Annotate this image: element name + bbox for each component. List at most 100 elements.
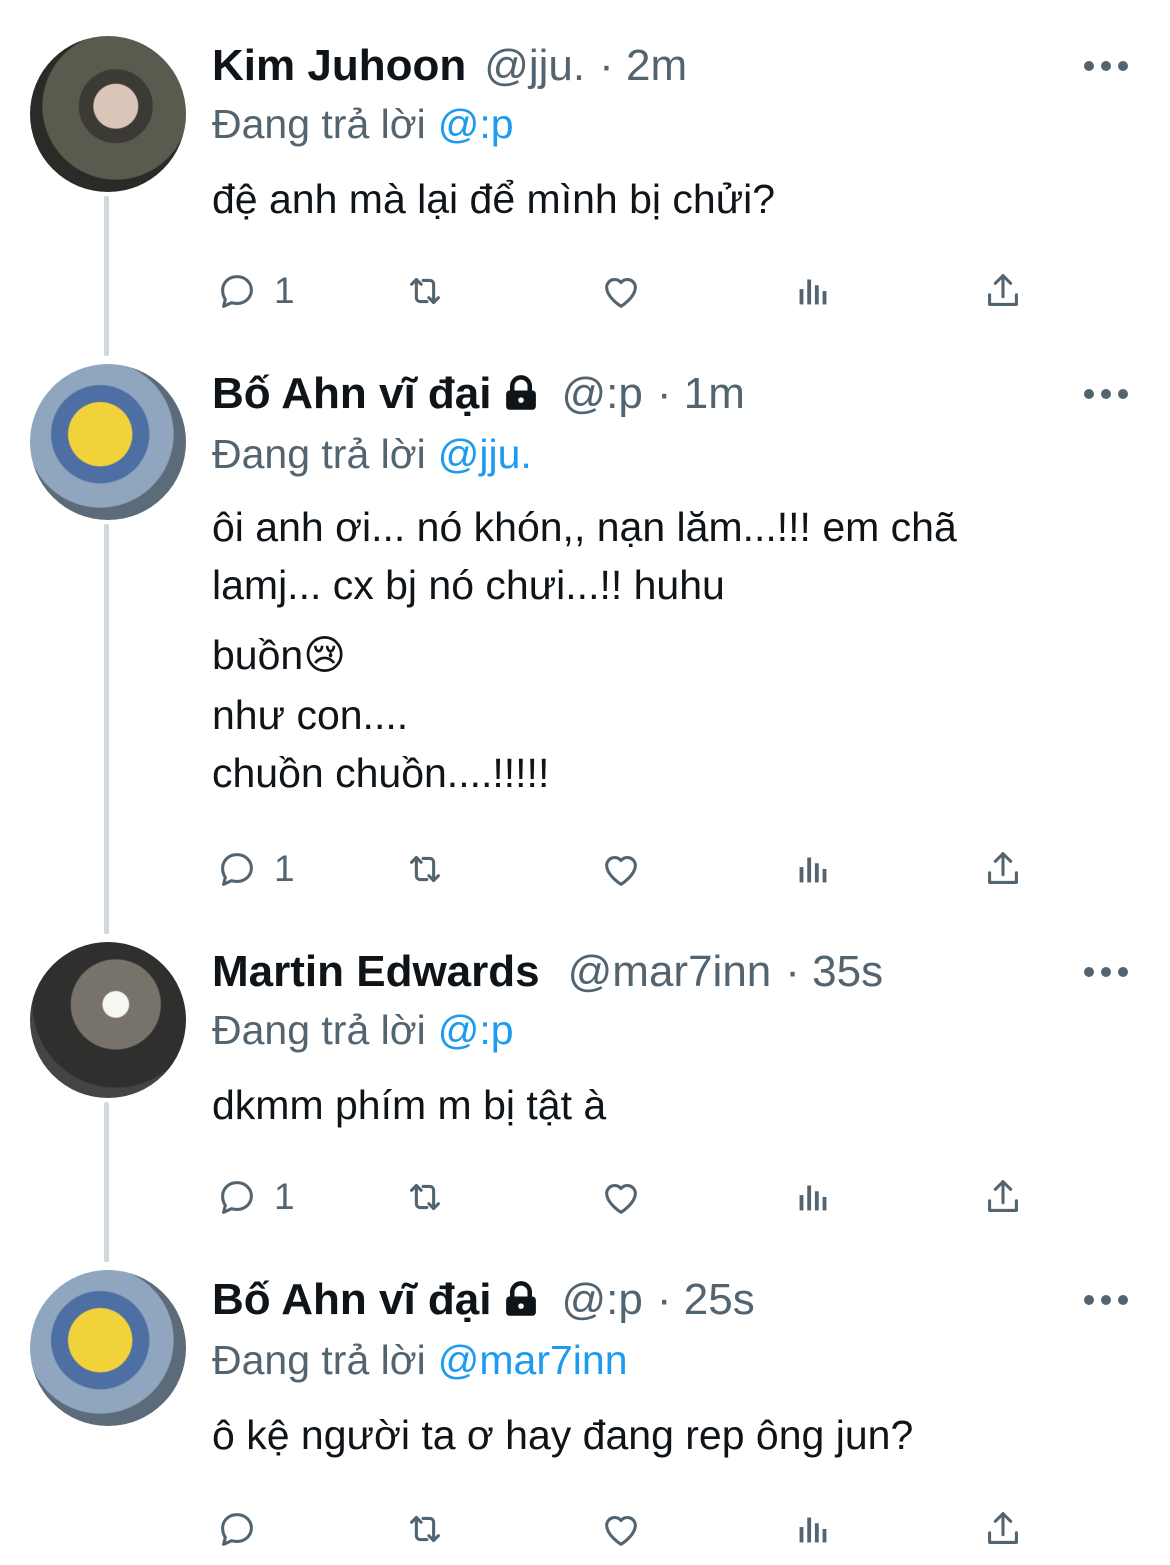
reply-button[interactable]: 1 xyxy=(214,266,295,316)
reply-mention[interactable]: @mar7inn xyxy=(438,1337,628,1383)
reply-prefix: Đang trả lời xyxy=(212,1337,426,1383)
handle[interactable]: @:p xyxy=(562,364,643,424)
tweet[interactable]: Bố Ahn vĩ đại @:p · 1m Đang trả lời @jju.… xyxy=(0,364,1170,924)
tweet[interactable]: Bố Ahn vĩ đại @:p · 25s Đang trả lời @mar… xyxy=(0,1270,1170,1565)
like-button[interactable] xyxy=(598,1504,644,1554)
more-icon[interactable] xyxy=(1084,60,1128,72)
display-name[interactable]: Bố Ahn vĩ đại xyxy=(212,1270,492,1330)
lock-icon xyxy=(505,375,536,410)
timestamp[interactable]: · 35s xyxy=(785,942,883,1002)
tweet-text-line: đệ anh mà lại để mình bị chửi? xyxy=(212,176,776,222)
retweet-icon xyxy=(410,1515,440,1543)
display-name[interactable]: Martin Edwards xyxy=(212,942,540,1002)
tweet[interactable]: Kim Juhoon @jju. · 2m Đang trả lời @:p đệ… xyxy=(0,36,1170,336)
timestamp[interactable]: · 1m xyxy=(657,364,745,424)
avatar[interactable] xyxy=(30,942,186,1098)
retweet-icon xyxy=(410,277,440,305)
analytics-icon xyxy=(799,1185,827,1211)
reply-button[interactable] xyxy=(214,1504,274,1554)
reply-count: 1 xyxy=(274,1176,295,1217)
tweet-text: ôi anh ơi... nó khón,, nạn lăm...!!! em … xyxy=(212,498,957,802)
retweet-button[interactable] xyxy=(402,1172,448,1222)
tweet-header: Bố Ahn vĩ đại @:p · 25s xyxy=(212,1270,755,1330)
lock-icon xyxy=(505,1281,536,1316)
tweet-text-line: ô kệ người ta ơ hay đang rep ông jun? xyxy=(212,1412,914,1458)
handle[interactable]: @mar7inn xyxy=(568,942,772,1002)
analytics-button[interactable] xyxy=(790,1172,836,1222)
tweet-header: Bố Ahn vĩ đại @:p · 1m xyxy=(212,364,745,424)
share-icon xyxy=(988,1512,1018,1544)
retweet-button[interactable] xyxy=(402,266,448,316)
reply-context: Đang trả lời @:p xyxy=(212,96,514,152)
avatar[interactable] xyxy=(30,36,186,192)
action-bar: 1 xyxy=(212,266,1052,316)
reply-icon xyxy=(221,1513,253,1546)
tweet-text: ô kệ người ta ơ hay đang rep ông jun? xyxy=(212,1406,913,1464)
display-name[interactable]: Kim Juhoon xyxy=(212,36,466,96)
like-icon xyxy=(605,1183,637,1214)
reply-button[interactable]: 1 xyxy=(214,1172,295,1222)
share-icon xyxy=(988,1180,1018,1212)
tweet-text: dkmm phím m bị tật à xyxy=(212,1076,606,1134)
tweet-text-line: dkmm phím m bị tật à xyxy=(212,1082,607,1128)
share-icon xyxy=(988,274,1018,306)
share-button[interactable] xyxy=(980,266,1026,316)
tweet-text-line: như con.... xyxy=(212,692,409,738)
handle[interactable]: @jju. xyxy=(484,36,585,96)
reply-context: Đang trả lời @jju. xyxy=(212,426,532,482)
analytics-button[interactable] xyxy=(790,844,836,894)
tweet-text: đệ anh mà lại để mình bị chửi? xyxy=(212,170,775,228)
reply-button[interactable]: 1 xyxy=(214,844,295,894)
avatar[interactable] xyxy=(30,1270,186,1426)
retweet-button[interactable] xyxy=(402,844,448,894)
display-name[interactable]: Bố Ahn vĩ đại xyxy=(212,364,492,424)
like-button[interactable] xyxy=(598,1172,644,1222)
tweet-text-line: ôi anh ơi... nó khón,, nạn lăm...!!! em … xyxy=(212,504,957,550)
reply-count: 1 xyxy=(274,270,295,311)
analytics-icon xyxy=(799,857,827,883)
like-icon xyxy=(605,855,637,886)
reply-mention[interactable]: @:p xyxy=(438,101,514,147)
timestamp[interactable]: · 25s xyxy=(657,1270,755,1330)
like-icon xyxy=(605,277,637,308)
reply-prefix: Đang trả lời xyxy=(212,1007,426,1053)
tweet-text-line: chuồn chuồn....!!!!! xyxy=(212,750,550,796)
tweet-text-line: buồn😢 xyxy=(212,632,346,678)
tweet-text-line: lamj... cx bj nó chưi...!! huhu xyxy=(212,562,725,608)
analytics-button[interactable] xyxy=(790,1504,836,1554)
share-button[interactable] xyxy=(980,1504,1026,1554)
retweet-icon xyxy=(410,1183,440,1211)
retweet-icon xyxy=(410,855,440,883)
like-button[interactable] xyxy=(598,844,644,894)
action-bar xyxy=(212,1504,1052,1554)
reply-context: Đang trả lời @:p xyxy=(212,1002,514,1058)
reply-count: 1 xyxy=(274,848,295,889)
action-bar: 1 xyxy=(212,1172,1052,1222)
tweet-header: Kim Juhoon @jju. · 2m xyxy=(212,36,687,96)
like-button[interactable] xyxy=(598,266,644,316)
avatar[interactable] xyxy=(30,364,186,520)
reply-prefix: Đang trả lời xyxy=(212,431,426,477)
analytics-button[interactable] xyxy=(790,266,836,316)
reply-mention[interactable]: @:p xyxy=(438,1007,514,1053)
reply-mention[interactable]: @jju. xyxy=(438,431,532,477)
reply-context: Đang trả lời @mar7inn xyxy=(212,1332,628,1388)
reply-icon xyxy=(221,1181,253,1214)
more-icon[interactable] xyxy=(1084,966,1128,978)
more-icon[interactable] xyxy=(1084,388,1128,400)
tweet-header: Martin Edwards @mar7inn · 35s xyxy=(212,942,883,1002)
reply-prefix: Đang trả lời xyxy=(212,101,426,147)
retweet-button[interactable] xyxy=(402,1504,448,1554)
reply-icon xyxy=(221,275,253,308)
reply-icon xyxy=(221,853,253,886)
action-bar: 1 xyxy=(212,844,1052,894)
analytics-icon xyxy=(799,279,827,305)
more-icon[interactable] xyxy=(1084,1294,1128,1306)
handle[interactable]: @:p xyxy=(562,1270,643,1330)
share-button[interactable] xyxy=(980,1172,1026,1222)
timestamp[interactable]: · 2m xyxy=(599,36,687,96)
like-icon xyxy=(605,1515,637,1546)
share-icon xyxy=(988,852,1018,884)
tweet[interactable]: Martin Edwards @mar7inn · 35s Đang trả l… xyxy=(0,942,1170,1242)
share-button[interactable] xyxy=(980,844,1026,894)
